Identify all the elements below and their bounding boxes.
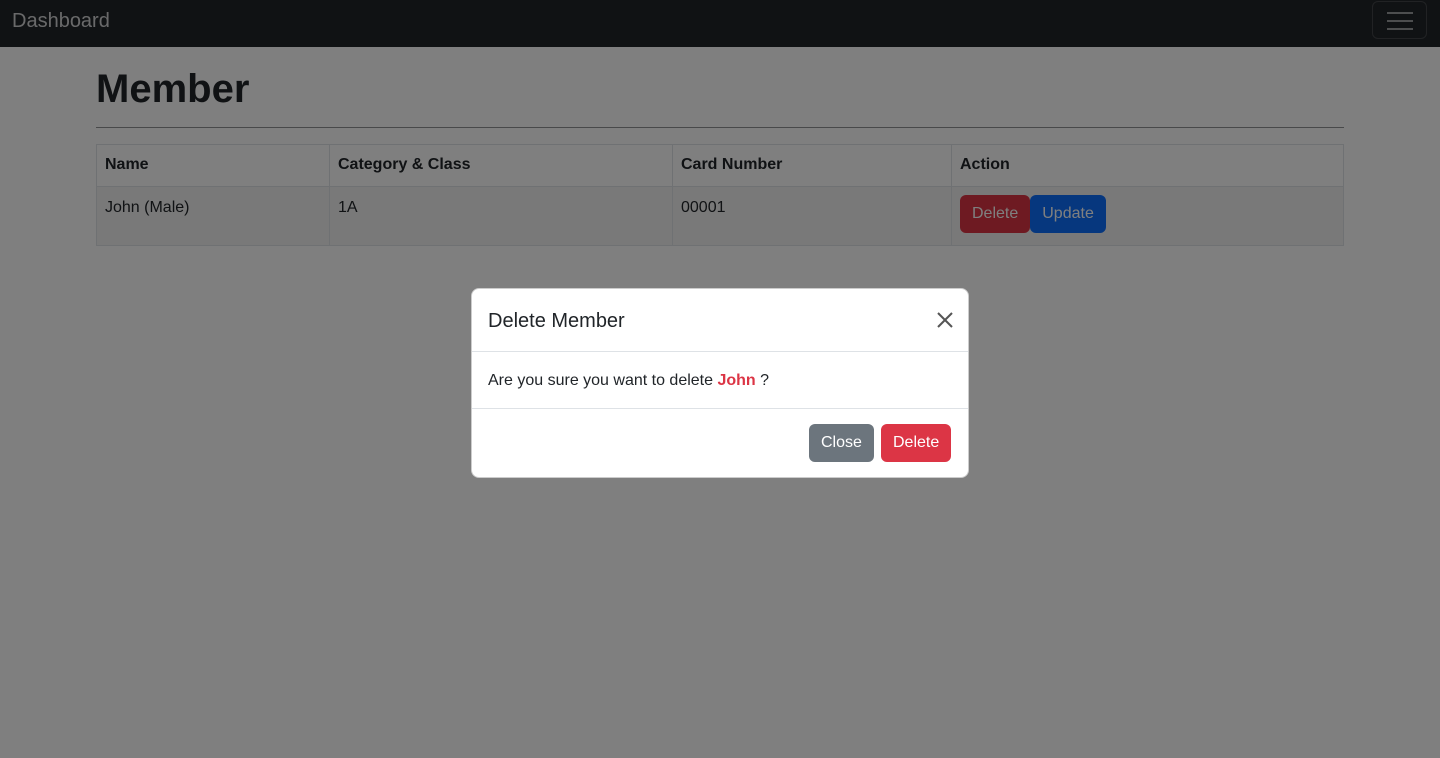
close-icon[interactable] [936,311,954,329]
modal-title: Delete Member [488,310,625,332]
modal-header: Delete Member [472,289,968,352]
modal-body: Are you sure you want to delete John ? [472,352,968,409]
modal-member-name: John [717,372,756,389]
delete-member-modal: Delete Member Are you sure you want to d… [471,288,969,478]
modal-close-button[interactable]: Close [809,424,874,462]
modal-delete-button[interactable]: Delete [881,424,952,462]
modal-message-prefix: Are you sure you want to delete [488,372,714,389]
modal-footer: Close Delete [472,409,968,477]
modal-message-suffix: ? [755,372,770,389]
